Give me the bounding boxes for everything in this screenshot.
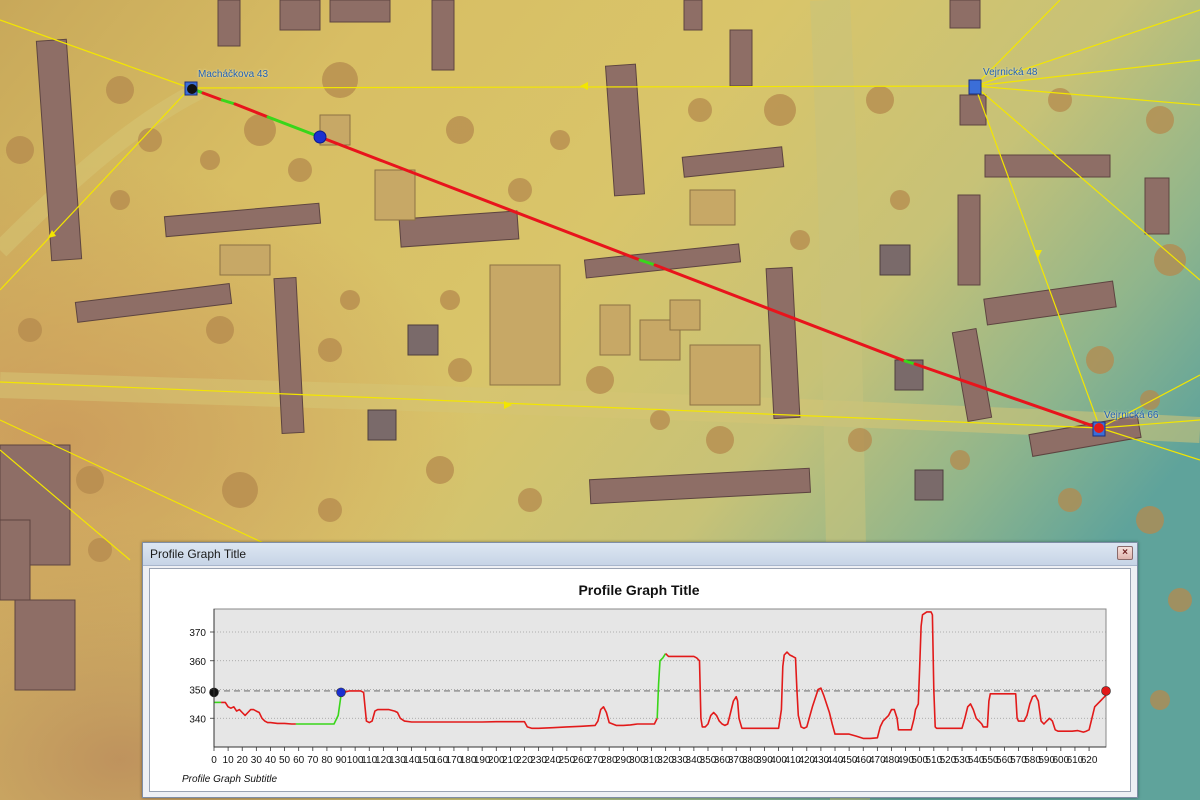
x-tick-label: 50 (279, 755, 291, 766)
chart-title: Profile Graph Title (578, 582, 699, 598)
start-point[interactable] (187, 84, 197, 94)
x-tick-label: 80 (321, 755, 333, 766)
observer-point[interactable] (313, 130, 327, 144)
graph-panel: 0 10 20 30 40 50 60 70 80 90 100 110 120 130 140 150 160… (149, 568, 1131, 792)
x-tick-label: 30 (251, 755, 263, 766)
marker-observer (336, 687, 346, 698)
poi-label-vejrnicka-48: Vejrnická 48 (983, 67, 1038, 78)
end-point[interactable] (1094, 423, 1104, 433)
x-tick-label: 20 (237, 755, 249, 766)
plot-area (213, 608, 1107, 748)
poi-label-vejrnicka-66: Vejrnická 66 (1104, 410, 1159, 421)
y-tick-label: 360 (189, 657, 206, 668)
x-tick-label: 90 (335, 755, 347, 766)
x-tick-label: 10 (223, 755, 235, 766)
poi-label-machackova: Macháčkova 43 (198, 69, 269, 80)
y-tick-label: 350 (189, 686, 206, 697)
x-tick-label: 620 (1081, 755, 1098, 766)
chart-subtitle: Profile Graph Subtitle (182, 774, 277, 785)
profile-chart: 0 10 20 30 40 50 60 70 80 90 100110120130140150160… (182, 582, 1111, 785)
close-button[interactable]: × (1117, 546, 1133, 560)
marker-target (1101, 686, 1111, 696)
y-tick-label: 340 (189, 714, 206, 725)
profile-graph-window[interactable]: Profile Graph Title × 0 10 20 30 40 50 60 70 80 9… (142, 542, 1138, 798)
window-titlebar[interactable]: Profile Graph Title × (143, 543, 1137, 566)
x-tick-label: 40 (265, 755, 277, 766)
x-tick-label: 70 (307, 755, 319, 766)
x-tick-label: 60 (293, 755, 305, 766)
window-title: Profile Graph Title (150, 547, 247, 561)
x-tick-label: 0 (211, 755, 217, 766)
poi-marker-b[interactable] (968, 79, 982, 95)
y-tick-label: 370 (189, 628, 206, 639)
